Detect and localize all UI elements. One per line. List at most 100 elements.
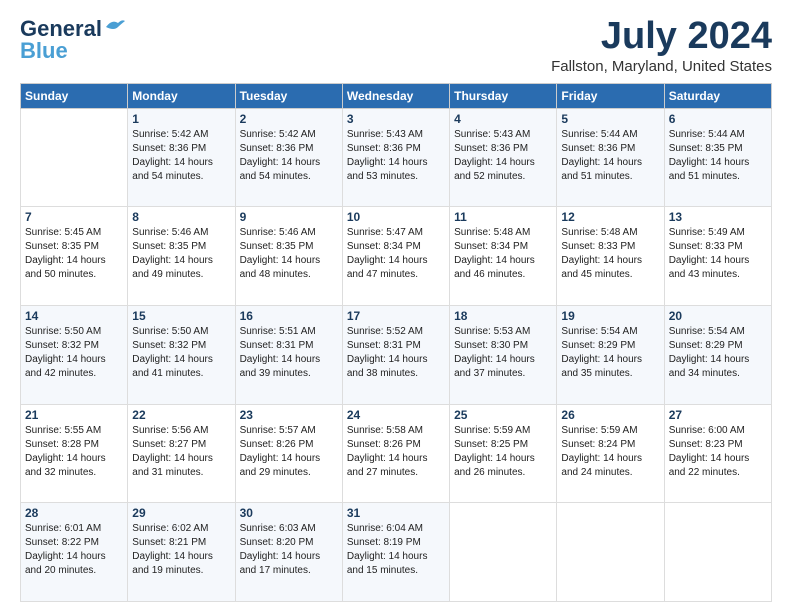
calendar-cell: 31 Sunrise: 6:04 AMSunset: 8:19 PMDayligh… xyxy=(342,503,449,602)
calendar-header-sunday: Sunday xyxy=(21,83,128,108)
day-info: Sunrise: 5:46 AMSunset: 8:35 PMDaylight:… xyxy=(132,226,230,282)
day-info: Sunrise: 5:42 AMSunset: 8:36 PMDaylight:… xyxy=(132,128,230,184)
calendar-header-saturday: Saturday xyxy=(664,83,771,108)
main-title: July 2024 xyxy=(551,16,772,58)
calendar-header-tuesday: Tuesday xyxy=(235,83,342,108)
calendar-cell: 20 Sunrise: 5:54 AMSunset: 8:29 PMDayligh… xyxy=(664,306,771,405)
calendar-cell: 30Sunrise: 6:03 AMSunset: 8:20 PMDayligh… xyxy=(235,503,342,602)
calendar-cell: 6Sunrise: 5:44 AMSunset: 8:35 PMDaylight… xyxy=(664,108,771,207)
day-number: 4 xyxy=(454,112,552,126)
title-block: July 2024 Fallston, Maryland, United Sta… xyxy=(551,16,772,75)
calendar-cell: 22Sunrise: 5:56 AMSunset: 8:27 PMDayligh… xyxy=(128,404,235,503)
calendar-cell: 29 Sunrise: 6:02 AMSunset: 8:21 PMDayligh… xyxy=(128,503,235,602)
day-number: 13 xyxy=(669,210,767,224)
day-number: 24 xyxy=(347,408,445,422)
calendar-cell: 7Sunrise: 5:45 AMSunset: 8:35 PMDaylight… xyxy=(21,207,128,306)
day-info: Sunrise: 5:50 AMSunset: 8:32 PMDaylight:… xyxy=(132,325,230,381)
day-number: 6 xyxy=(669,112,767,126)
calendar-cell: 16 Sunrise: 5:51 AMSunset: 8:31 PMDayligh… xyxy=(235,306,342,405)
logo-bird-icon xyxy=(104,17,126,35)
day-info: Sunrise: 5:48 AMSunset: 8:34 PMDaylight:… xyxy=(454,226,552,282)
day-number: 28 xyxy=(25,506,123,520)
day-info: Sunrise: 5:46 AMSunset: 8:35 PMDaylight:… xyxy=(240,226,338,282)
calendar-cell: 4 Sunrise: 5:43 AMSunset: 8:36 PMDaylight… xyxy=(450,108,557,207)
header: General Blue July 2024 Fallston, Marylan… xyxy=(20,16,772,75)
calendar-cell: 23 Sunrise: 5:57 AMSunset: 8:26 PMDayligh… xyxy=(235,404,342,503)
subtitle: Fallston, Maryland, United States xyxy=(551,58,772,75)
day-number: 21 xyxy=(25,408,123,422)
day-number: 31 xyxy=(347,506,445,520)
day-info: Sunrise: 5:43 AMSunset: 8:36 PMDaylight:… xyxy=(347,128,445,184)
day-info: Sunrise: 5:53 AMSunset: 8:30 PMDaylight:… xyxy=(454,325,552,381)
day-number: 2 xyxy=(240,112,338,126)
day-info: Sunrise: 5:54 AMSunset: 8:29 PMDaylight:… xyxy=(561,325,659,381)
day-info: Sunrise: 5:43 AMSunset: 8:36 PMDaylight:… xyxy=(454,128,552,184)
calendar-header-wednesday: Wednesday xyxy=(342,83,449,108)
day-number: 12 xyxy=(561,210,659,224)
day-number: 15 xyxy=(132,309,230,323)
calendar-cell: 21 Sunrise: 5:55 AMSunset: 8:28 PMDayligh… xyxy=(21,404,128,503)
calendar-cell: 24 Sunrise: 5:58 AMSunset: 8:26 PMDayligh… xyxy=(342,404,449,503)
calendar-header-monday: Monday xyxy=(128,83,235,108)
calendar-cell: 5 Sunrise: 5:44 AMSunset: 8:36 PMDaylight… xyxy=(557,108,664,207)
day-number: 9 xyxy=(240,210,338,224)
day-info: Sunrise: 5:42 AMSunset: 8:36 PMDaylight:… xyxy=(240,128,338,184)
day-number: 8 xyxy=(132,210,230,224)
calendar-header-friday: Friday xyxy=(557,83,664,108)
logo-blue: Blue xyxy=(20,38,68,64)
day-info: Sunrise: 5:47 AMSunset: 8:34 PMDaylight:… xyxy=(347,226,445,282)
calendar-cell: 1 Sunrise: 5:42 AMSunset: 8:36 PMDaylight… xyxy=(128,108,235,207)
calendar-header-thursday: Thursday xyxy=(450,83,557,108)
day-number: 3 xyxy=(347,112,445,126)
day-info: Sunrise: 5:57 AMSunset: 8:26 PMDaylight:… xyxy=(240,424,338,480)
day-info: Sunrise: 5:51 AMSunset: 8:31 PMDaylight:… xyxy=(240,325,338,381)
calendar-cell: 9 Sunrise: 5:46 AMSunset: 8:35 PMDaylight… xyxy=(235,207,342,306)
calendar-cell: 15 Sunrise: 5:50 AMSunset: 8:32 PMDayligh… xyxy=(128,306,235,405)
calendar-cell: 26 Sunrise: 5:59 AMSunset: 8:24 PMDayligh… xyxy=(557,404,664,503)
day-number: 22 xyxy=(132,408,230,422)
day-number: 20 xyxy=(669,309,767,323)
day-number: 17 xyxy=(347,309,445,323)
calendar-cell: 27 Sunrise: 6:00 AMSunset: 8:23 PMDayligh… xyxy=(664,404,771,503)
calendar-cell xyxy=(557,503,664,602)
day-number: 1 xyxy=(132,112,230,126)
day-info: Sunrise: 6:02 AMSunset: 8:21 PMDaylight:… xyxy=(132,522,230,578)
day-info: Sunrise: 5:59 AMSunset: 8:25 PMDaylight:… xyxy=(454,424,552,480)
day-number: 26 xyxy=(561,408,659,422)
calendar-cell xyxy=(664,503,771,602)
day-info: Sunrise: 5:48 AMSunset: 8:33 PMDaylight:… xyxy=(561,226,659,282)
calendar-cell: 8 Sunrise: 5:46 AMSunset: 8:35 PMDaylight… xyxy=(128,207,235,306)
day-number: 23 xyxy=(240,408,338,422)
calendar-cell: 12 Sunrise: 5:48 AMSunset: 8:33 PMDayligh… xyxy=(557,207,664,306)
calendar-cell xyxy=(21,108,128,207)
calendar-cell: 10 Sunrise: 5:47 AMSunset: 8:34 PMDayligh… xyxy=(342,207,449,306)
day-number: 5 xyxy=(561,112,659,126)
day-number: 18 xyxy=(454,309,552,323)
day-info: Sunrise: 5:50 AMSunset: 8:32 PMDaylight:… xyxy=(25,325,123,381)
day-info: Sunrise: 6:04 AMSunset: 8:19 PMDaylight:… xyxy=(347,522,445,578)
calendar-table: SundayMondayTuesdayWednesdayThursdayFrid… xyxy=(20,83,772,602)
day-info: Sunrise: 5:44 AMSunset: 8:36 PMDaylight:… xyxy=(561,128,659,184)
day-number: 25 xyxy=(454,408,552,422)
day-info: Sunrise: 5:58 AMSunset: 8:26 PMDaylight:… xyxy=(347,424,445,480)
calendar-cell: 2 Sunrise: 5:42 AMSunset: 8:36 PMDaylight… xyxy=(235,108,342,207)
day-number: 27 xyxy=(669,408,767,422)
day-info: Sunrise: 6:03 AMSunset: 8:20 PMDaylight:… xyxy=(240,522,338,578)
calendar-cell: 18 Sunrise: 5:53 AMSunset: 8:30 PMDayligh… xyxy=(450,306,557,405)
calendar-cell: 14 Sunrise: 5:50 AMSunset: 8:32 PMDayligh… xyxy=(21,306,128,405)
day-number: 11 xyxy=(454,210,552,224)
day-number: 10 xyxy=(347,210,445,224)
day-info: Sunrise: 6:00 AMSunset: 8:23 PMDaylight:… xyxy=(669,424,767,480)
calendar-cell: 19Sunrise: 5:54 AMSunset: 8:29 PMDayligh… xyxy=(557,306,664,405)
day-number: 16 xyxy=(240,309,338,323)
calendar-cell: 3 Sunrise: 5:43 AMSunset: 8:36 PMDaylight… xyxy=(342,108,449,207)
day-info: Sunrise: 5:54 AMSunset: 8:29 PMDaylight:… xyxy=(669,325,767,381)
day-number: 29 xyxy=(132,506,230,520)
day-info: Sunrise: 5:52 AMSunset: 8:31 PMDaylight:… xyxy=(347,325,445,381)
day-info: Sunrise: 5:55 AMSunset: 8:28 PMDaylight:… xyxy=(25,424,123,480)
page: General Blue July 2024 Fallston, Marylan… xyxy=(0,0,792,612)
day-info: Sunrise: 5:59 AMSunset: 8:24 PMDaylight:… xyxy=(561,424,659,480)
day-number: 14 xyxy=(25,309,123,323)
calendar-cell: 11 Sunrise: 5:48 AMSunset: 8:34 PMDayligh… xyxy=(450,207,557,306)
calendar-cell xyxy=(450,503,557,602)
